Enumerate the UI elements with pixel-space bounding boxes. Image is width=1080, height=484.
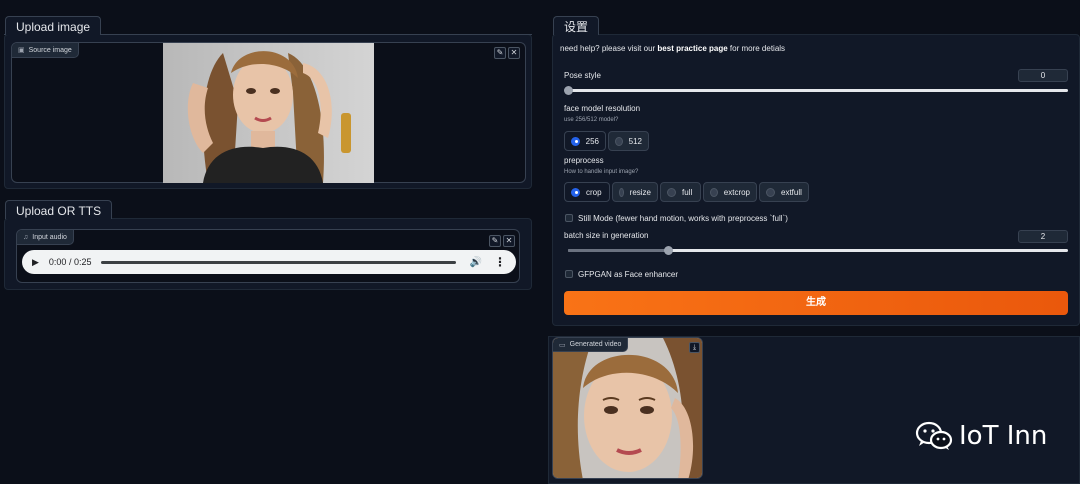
radio-full[interactable]: full bbox=[660, 182, 701, 202]
batch-size-fill bbox=[568, 249, 668, 252]
face-model-label: face model resolution bbox=[564, 104, 641, 113]
radio-dot bbox=[710, 187, 718, 197]
input-audio-chip: ♫ Input audio bbox=[17, 230, 74, 245]
radio-256-label: 256 bbox=[585, 136, 599, 146]
clear-image-button[interactable]: ✕ bbox=[508, 47, 520, 59]
radio-512[interactable]: 512 bbox=[608, 131, 649, 151]
settings-panel bbox=[552, 34, 1080, 326]
batch-size-label: batch size in generation bbox=[564, 231, 649, 240]
gfpgan-label: GFPGAN as Face enhancer bbox=[578, 270, 679, 279]
batch-size-input[interactable]: 2 bbox=[1018, 230, 1068, 243]
radio-256[interactable]: 256 bbox=[564, 131, 606, 151]
source-portrait-graphic bbox=[163, 43, 374, 183]
pose-style-slider[interactable] bbox=[564, 86, 1068, 95]
radio-dot bbox=[571, 136, 580, 146]
tab-upload-image[interactable]: Upload image bbox=[5, 16, 102, 35]
source-image-chip: ▣ Source image bbox=[12, 43, 79, 58]
watermark: IoT Inn bbox=[915, 420, 1047, 452]
edit-image-button[interactable]: ✎ bbox=[494, 47, 506, 59]
input-audio-label: Input audio bbox=[32, 233, 67, 241]
volume-icon[interactable]: 🔊 bbox=[470, 257, 482, 268]
generate-button[interactable]: 生成 bbox=[564, 291, 1068, 315]
help-suffix: for more detials bbox=[729, 44, 786, 53]
source-image-label: Source image bbox=[28, 46, 72, 54]
tab-upload-or-tts[interactable]: Upload OR TTS bbox=[5, 200, 113, 219]
batch-size-thumb[interactable] bbox=[664, 246, 673, 255]
radio-extfull[interactable]: extfull bbox=[759, 182, 809, 202]
generated-video-label: Generated video bbox=[569, 341, 622, 348]
gfpgan-checkbox[interactable] bbox=[565, 270, 573, 278]
radio-dot bbox=[766, 187, 775, 197]
generated-video-frame bbox=[553, 338, 702, 478]
still-mode-checkbox[interactable] bbox=[565, 214, 573, 222]
generated-video-block[interactable]: ▭ Generated video ⤓ bbox=[552, 337, 703, 479]
best-practice-link[interactable]: best practice page bbox=[657, 44, 727, 53]
pose-style-thumb[interactable] bbox=[564, 86, 573, 95]
radio-dot bbox=[615, 136, 623, 146]
audio-seek-bar[interactable] bbox=[101, 260, 456, 264]
help-text: need help? please visit our best practic… bbox=[560, 44, 785, 53]
preprocess-hint: How to handle input image? bbox=[564, 169, 639, 175]
video-icon: ▭ bbox=[559, 341, 566, 349]
generated-video-chip: ▭ Generated video bbox=[553, 338, 629, 352]
radio-resize-label: resize bbox=[629, 187, 651, 197]
radio-crop[interactable]: crop bbox=[564, 182, 610, 202]
radio-dot bbox=[619, 187, 624, 197]
radio-extcrop[interactable]: extcrop bbox=[703, 182, 757, 202]
audio-player[interactable]: ▶ 0:00 / 0:25 🔊 ⋮ bbox=[22, 250, 516, 274]
audio-time: 0:00 / 0:25 bbox=[48, 257, 92, 267]
music-icon: ♫ bbox=[23, 233, 29, 241]
pose-style-input[interactable]: 0 bbox=[1018, 69, 1068, 82]
radio-crop-label: crop bbox=[586, 187, 602, 197]
radio-dot bbox=[667, 187, 676, 197]
play-icon[interactable]: ▶ bbox=[32, 257, 39, 268]
radio-extfull-label: extfull bbox=[781, 187, 802, 197]
image-icon: ▣ bbox=[18, 47, 25, 54]
source-image bbox=[163, 43, 374, 183]
edit-audio-button[interactable]: ✎ bbox=[489, 235, 501, 247]
radio-extcrop-label: extcrop bbox=[723, 187, 750, 197]
preprocess-label: preprocess bbox=[564, 156, 604, 165]
download-video-button[interactable]: ⤓ bbox=[689, 342, 700, 353]
help-prefix: need help? please visit our bbox=[560, 44, 656, 53]
wechat-icon bbox=[915, 421, 953, 450]
radio-resize[interactable]: resize bbox=[612, 182, 658, 202]
clear-audio-button[interactable]: ✕ bbox=[503, 235, 515, 247]
radio-dot bbox=[571, 187, 580, 197]
watermark-text: IoT Inn bbox=[959, 421, 1048, 451]
pose-style-label: Pose style bbox=[564, 71, 601, 80]
radio-512-label: 512 bbox=[628, 136, 642, 146]
more-options-icon[interactable]: ⋮ bbox=[494, 255, 506, 269]
batch-size-slider[interactable] bbox=[568, 246, 1068, 255]
tab-settings[interactable]: 设置 bbox=[553, 16, 600, 35]
face-model-hint: use 256/512 model? bbox=[564, 117, 619, 123]
radio-full-label: full bbox=[682, 187, 693, 197]
still-mode-label: Still Mode (fewer hand motion, works wit… bbox=[578, 214, 788, 223]
